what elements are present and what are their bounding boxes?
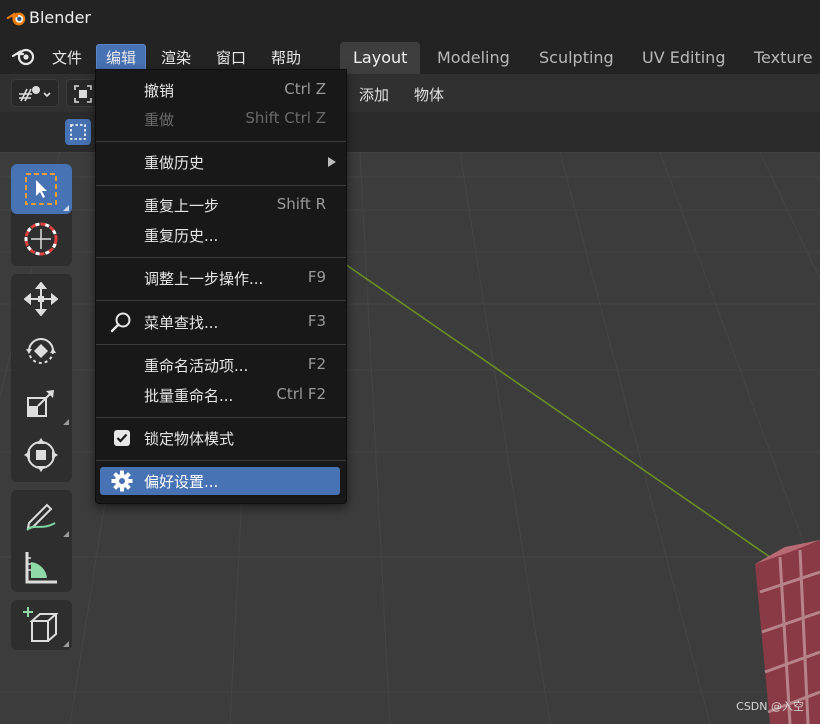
menu-item-shortcut: Ctrl Z xyxy=(284,80,326,98)
transform-icon xyxy=(24,438,58,472)
tool-transform[interactable] xyxy=(11,430,72,480)
menu-separator xyxy=(96,460,346,461)
rotate-icon xyxy=(26,338,56,364)
menu-item-redo[interactable]: 重做 Shift Ctrl Z xyxy=(96,105,346,133)
menu-item-label: 重命名活动项... xyxy=(144,357,249,375)
menu-item-batch-rename[interactable]: 批量重命名... Ctrl F2 xyxy=(96,381,346,409)
scale-icon xyxy=(27,390,54,417)
tab-layout[interactable]: Layout xyxy=(340,42,421,74)
menu-item-label: 调整上一步操作... xyxy=(144,270,264,288)
menu-item-label: 重复上一步 xyxy=(144,197,220,215)
header-object-menu[interactable]: 物体 xyxy=(414,84,444,105)
menu-item-label: 重做 xyxy=(144,111,175,129)
edit-dropdown-menu: 撤销 Ctrl Z 重做 Shift Ctrl Z 重做历史 重复上一步 Shi… xyxy=(95,69,347,504)
menu-item-shortcut: F2 xyxy=(307,355,326,373)
tool-measure[interactable] xyxy=(11,542,72,592)
menu-separator xyxy=(96,141,346,142)
tab-texture[interactable]: Texture xyxy=(741,42,820,74)
menu-item-shortcut: F9 xyxy=(307,268,326,286)
menu-file[interactable]: 文件 xyxy=(43,45,91,72)
editor-type-icon xyxy=(19,86,51,102)
cursor-icon xyxy=(24,222,58,256)
tool-variants-indicator xyxy=(63,531,69,537)
tool-select-box[interactable] xyxy=(11,164,72,214)
menu-window[interactable]: 窗口 xyxy=(207,45,255,72)
tool-scale[interactable] xyxy=(11,378,72,428)
select-box-small-icon xyxy=(70,124,86,140)
menu-item-rename-active[interactable]: 重命名活动项... F2 xyxy=(96,351,346,379)
menu-item-shortcut: Shift R xyxy=(276,195,326,213)
menu-separator xyxy=(96,417,346,418)
y-axis-line xyxy=(344,263,781,565)
window-title: Blender xyxy=(29,8,91,27)
tab-uv-editing[interactable]: UV Editing xyxy=(629,42,738,74)
menu-separator xyxy=(96,344,346,345)
tool-variants-indicator xyxy=(63,641,69,647)
editor-type-button[interactable] xyxy=(11,79,59,107)
menu-item-label: 批量重命名... xyxy=(144,387,234,405)
menu-item-label: 重做历史 xyxy=(144,154,205,172)
tool-add-cube[interactable] xyxy=(11,600,72,650)
menu-separator xyxy=(96,300,346,301)
menu-help[interactable]: 帮助 xyxy=(262,45,310,72)
menu-separator xyxy=(96,257,346,258)
menu-item-label: 偏好设置... xyxy=(144,473,219,491)
menu-item-label: 菜单查找... xyxy=(144,314,219,332)
tool-variants-indicator xyxy=(63,419,69,425)
menu-item-undo[interactable]: 撤销 Ctrl Z xyxy=(96,76,346,104)
menu-item-label: 撤销 xyxy=(144,82,175,100)
header-add-menu[interactable]: 添加 xyxy=(359,84,389,105)
menu-item-label: 锁定物体模式 xyxy=(144,430,235,448)
blender-menu-icon[interactable] xyxy=(10,42,38,70)
title-bar: Blender xyxy=(0,0,820,36)
menu-item-lock-object-modes[interactable]: 锁定物体模式 xyxy=(96,424,346,452)
measure-icon xyxy=(25,552,57,584)
watermark-text: CSDN @入空 xyxy=(736,700,804,713)
checkbox-icon[interactable] xyxy=(114,430,130,446)
menu-render[interactable]: 渲染 xyxy=(152,45,200,72)
tool-annotate[interactable] xyxy=(11,490,72,540)
select-box-icon xyxy=(25,173,57,205)
object-mode-icon xyxy=(74,85,92,103)
menu-separator xyxy=(96,185,346,186)
menu-item-adjust-last-operation[interactable]: 调整上一步操作... F9 xyxy=(96,264,346,292)
blender-logo-icon xyxy=(6,12,26,26)
select-mode-button[interactable] xyxy=(65,119,91,145)
menu-item-preferences[interactable]: 偏好设置... xyxy=(100,467,340,495)
cube-object xyxy=(755,540,820,724)
search-icon xyxy=(110,312,131,333)
menu-item-repeat-last[interactable]: 重复上一步 Shift R xyxy=(96,191,346,219)
annotate-icon xyxy=(26,503,56,531)
tab-modeling[interactable]: Modeling xyxy=(424,42,523,74)
menu-item-shortcut: F3 xyxy=(307,312,326,330)
menu-item-menu-search[interactable]: 菜单查找... F3 xyxy=(96,308,346,336)
menu-item-shortcut: Shift Ctrl Z xyxy=(245,109,326,127)
tool-rotate[interactable] xyxy=(11,326,72,376)
menu-item-undo-history[interactable]: 重做历史 xyxy=(96,148,346,176)
tool-variants-indicator xyxy=(63,205,69,211)
menu-item-repeat-history[interactable]: 重复历史... xyxy=(96,221,346,249)
tab-sculpting[interactable]: Sculpting xyxy=(526,42,627,74)
menu-item-label: 重复历史... xyxy=(144,227,219,245)
menu-item-shortcut: Ctrl F2 xyxy=(276,385,326,403)
submenu-arrow-icon xyxy=(328,157,336,167)
gear-icon xyxy=(111,470,133,492)
mode-select-button[interactable] xyxy=(66,79,98,107)
tool-cursor[interactable] xyxy=(11,214,72,264)
add-cube-icon xyxy=(23,607,59,642)
move-icon xyxy=(24,282,58,316)
tool-move[interactable] xyxy=(11,274,72,324)
